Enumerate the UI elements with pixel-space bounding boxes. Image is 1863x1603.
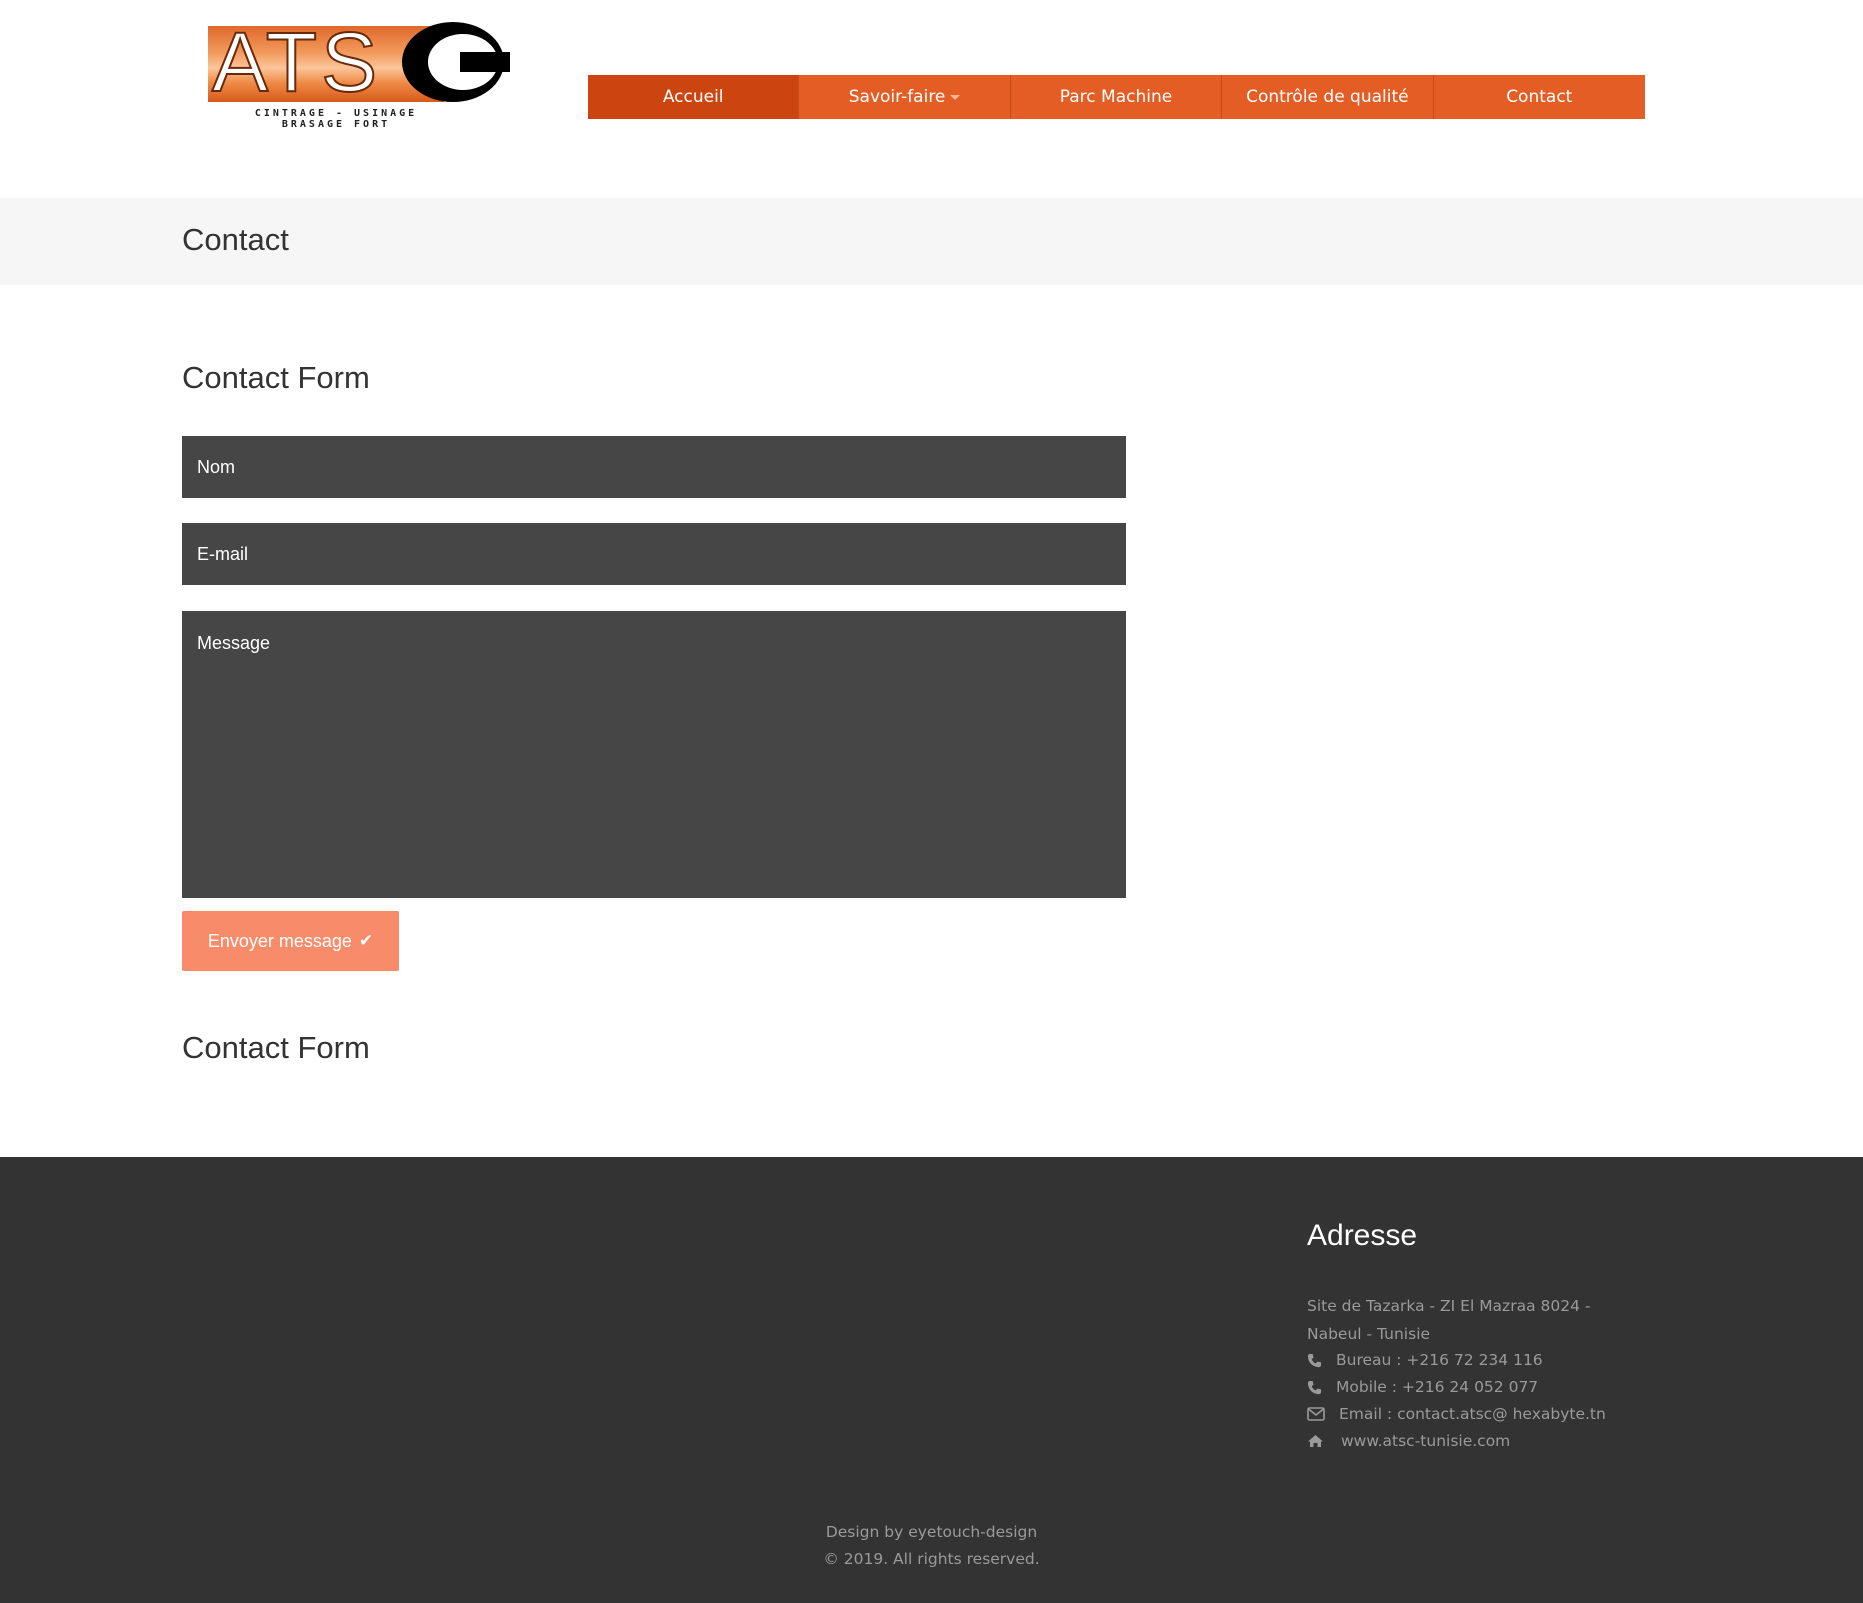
logo-tagline-line2: BRASAGE FORT — [281, 119, 391, 130]
envelope-icon — [1307, 1407, 1332, 1421]
website-text: www.atsc-tunisie.com — [1341, 1432, 1511, 1450]
logo-c-cut — [460, 52, 510, 72]
site-footer: Adresse Site de Tazarka - ZI El Mazraa 8… — [0, 1157, 1863, 1603]
mobile-phone-text: Mobile : +216 24 052 077 — [1336, 1378, 1539, 1396]
email-contact-text: Email : contact.atsc@ hexabyte.tn — [1339, 1405, 1606, 1423]
email-contact[interactable]: Email : contact.atsc@ hexabyte.tn — [1307, 1405, 1606, 1423]
nav-label: Contrôle de qualité — [1246, 87, 1409, 107]
address-text: Site de Tazarka - ZI El Mazraa 8024 - Na… — [1307, 1297, 1591, 1343]
nav-label: Contact — [1506, 87, 1573, 107]
contact-form-title: Contact Form — [182, 360, 370, 395]
main-nav: Accueil Savoir-faire Parc Machine Contrô… — [588, 75, 1645, 119]
message-placeholder: Message — [197, 633, 271, 653]
name-placeholder: Nom — [197, 457, 236, 477]
copyright: © 2019. All rights reserved. — [823, 1550, 1040, 1568]
send-message-button[interactable]: Envoyer message ✔ — [182, 911, 399, 971]
site-header: ATS CINTRAGE - USINAGE BRASAGE FORT Accu… — [0, 0, 1863, 198]
nav-item-savoir-faire[interactable]: Savoir-faire — [799, 75, 1011, 119]
address-heading: Adresse — [1307, 1219, 1418, 1252]
nav-label: Parc Machine — [1059, 87, 1173, 107]
design-credit[interactable]: Design by eyetouch-design — [0, 1523, 1863, 1541]
message-textarea[interactable]: Message — [182, 611, 1126, 898]
checkmark-icon: ✔ — [358, 931, 374, 950]
page-title-bar: Contact — [0, 198, 1863, 285]
email-field[interactable]: E-mail — [182, 523, 1126, 585]
mobile-phone: Mobile : +216 24 052 077 — [1307, 1378, 1538, 1396]
name-field[interactable]: Nom — [182, 436, 1126, 498]
nav-label: Accueil — [662, 87, 724, 107]
caret-down-icon — [950, 94, 961, 100]
phone-icon — [1307, 1380, 1329, 1395]
phone-icon — [1307, 1353, 1329, 1368]
atsc-logo[interactable]: ATS CINTRAGE - USINAGE BRASAGE FORT — [206, 15, 510, 134]
office-phone-text: Bureau : +216 72 234 116 — [1336, 1351, 1543, 1369]
nav-item-accueil[interactable]: Accueil — [588, 75, 800, 119]
nav-label: Savoir-faire — [848, 87, 946, 107]
home-icon — [1307, 1434, 1334, 1448]
nav-item-controle-qualite[interactable]: Contrôle de qualité — [1222, 75, 1434, 119]
logo-tagline: CINTRAGE - USINAGE BRASAGE FORT — [236, 108, 436, 130]
logo-tagline-line1: CINTRAGE - USINAGE — [254, 108, 418, 119]
office-phone: Bureau : +216 72 234 116 — [1307, 1351, 1543, 1369]
website-link[interactable]: www.atsc-tunisie.com — [1307, 1432, 1510, 1450]
email-placeholder: E-mail — [197, 544, 249, 564]
contact-form-title-secondary: Contact Form — [182, 1030, 370, 1065]
nav-item-parc-machine[interactable]: Parc Machine — [1011, 75, 1223, 119]
nav-item-contact[interactable]: Contact — [1434, 75, 1645, 119]
send-button-label: Envoyer message — [207, 930, 352, 951]
page-title: Contact — [182, 222, 289, 257]
logo-letters: ATS — [211, 15, 382, 109]
